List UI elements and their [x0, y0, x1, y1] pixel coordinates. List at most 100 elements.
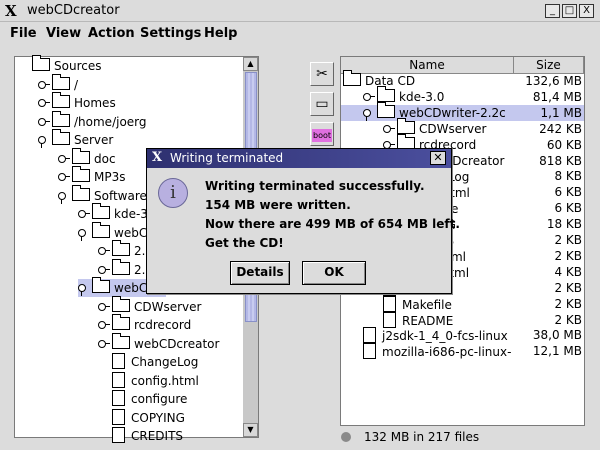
x-logo-icon: X [152, 150, 163, 165]
tree-node[interactable]: CDWserver [98, 295, 202, 316]
dialog-title: Writing terminated [170, 151, 284, 165]
row-size: 4 KB [554, 264, 582, 279]
maximize-button[interactable]: □ [562, 4, 577, 18]
tree-node-label: Homes [74, 96, 116, 110]
cd-drive-button[interactable]: ▭ [310, 92, 334, 116]
row-name: webCDwriter-2.2c [399, 105, 506, 120]
tree-node[interactable]: configure [98, 390, 187, 408]
row-size: 38,0 MB [532, 328, 582, 343]
tree-node[interactable]: COPYING [98, 408, 185, 427]
tree-node-label: / [74, 77, 79, 92]
tree-node-label: Server [74, 133, 114, 147]
tree-node-label: configure [131, 392, 188, 406]
table-row[interactable]: j2sdk-1_4_0-fcs-linux 38,0 MB [341, 327, 584, 344]
menu-help[interactable]: Help [204, 26, 237, 42]
minimize-button[interactable]: _ [545, 4, 560, 18]
folder-icon [92, 221, 110, 238]
folder-icon [377, 85, 395, 102]
folder-icon [52, 92, 70, 108]
scroll-down-arrow-icon[interactable]: ▼ [243, 423, 258, 437]
tree-expand-icon[interactable] [98, 339, 110, 349]
tree-expand-icon[interactable] [363, 92, 375, 102]
tree-node[interactable]: Sources [18, 55, 102, 75]
table-row[interactable]: CDWserver 242 KB [341, 117, 584, 137]
tree-node-label: CDWserver [134, 299, 202, 314]
tree-expand-icon[interactable] [98, 246, 110, 256]
column-header-size[interactable]: Size [514, 57, 584, 74]
menu-file[interactable]: File [10, 26, 37, 42]
tree-collapse-icon[interactable] [78, 283, 88, 296]
info-icon: i [158, 178, 188, 208]
tree-expand-icon[interactable] [98, 302, 110, 312]
row-name: README [402, 313, 454, 328]
tree-expand-icon[interactable] [58, 172, 70, 182]
tree-collapse-icon[interactable] [363, 108, 373, 121]
tree-expand-icon[interactable] [78, 209, 90, 219]
tree-node-label: Software [94, 188, 147, 203]
file-icon [112, 427, 125, 443]
menu-action[interactable]: Action [88, 26, 135, 42]
tree-collapse-icon[interactable] [78, 228, 88, 241]
row-name: mozilla-i686-pc-linux- [382, 345, 512, 360]
table-row[interactable]: Makefile 2 KB [341, 295, 584, 312]
folder-icon [72, 147, 90, 164]
tree-expand-icon[interactable] [38, 98, 50, 108]
file-icon [363, 343, 376, 360]
cd-drive-icon: ▭ [315, 96, 329, 112]
column-header-name[interactable]: Name [341, 57, 514, 74]
close-button[interactable]: X [579, 4, 594, 18]
dialog-message-line: Get the CD! [205, 236, 284, 250]
file-icon [363, 327, 376, 344]
details-button[interactable]: Details [230, 261, 290, 285]
table-row[interactable]: webCDwriter-2.2c 1,1 MB [341, 101, 584, 121]
tree-expand-icon[interactable] [383, 124, 395, 134]
ok-button[interactable]: OK [302, 261, 366, 285]
tree-node[interactable]: config.html [98, 371, 199, 390]
boot-button[interactable]: boot [310, 122, 334, 146]
tree-node[interactable]: Software [58, 184, 147, 205]
tree-node[interactable]: / [38, 73, 79, 94]
folder-icon [112, 258, 130, 275]
row-size: 2 KB [554, 296, 582, 311]
folder-icon [72, 166, 90, 182]
tree-collapse-icon[interactable] [38, 135, 48, 148]
folder-icon [52, 110, 70, 127]
tree-node[interactable]: MP3s [58, 166, 125, 186]
dialog-close-button[interactable]: ✕ [430, 151, 446, 165]
table-row[interactable]: mozilla-i686-pc-linux- 12,1 MB [341, 343, 584, 360]
row-size: 6 KB [554, 201, 582, 216]
tree-node-label: COPYING [131, 410, 185, 425]
tree-expand-icon[interactable] [58, 154, 70, 164]
scroll-up-arrow-icon[interactable]: ▲ [243, 57, 258, 71]
file-icon [112, 353, 125, 369]
row-size: 81,4 MB [532, 89, 582, 104]
dialog-message-line: Now there are 499 MB of 654 MB left. [205, 217, 460, 231]
tree-expand-icon[interactable] [98, 265, 110, 275]
table-row[interactable]: README 2 KB [341, 311, 584, 328]
file-icon [112, 408, 125, 425]
menu-settings[interactable]: Settings [140, 26, 201, 42]
tree-node[interactable]: rcdrecord [98, 314, 192, 334]
row-name: CDWserver [419, 121, 487, 136]
tree-node[interactable]: ChangeLog [98, 353, 198, 371]
tree-node[interactable]: 2.0 [98, 240, 153, 260]
row-name: kde-3.0 [399, 89, 445, 104]
tree-expand-icon[interactable] [98, 320, 110, 330]
tree-expand-icon[interactable] [38, 117, 50, 127]
scissors-button[interactable]: ✂ [310, 62, 334, 86]
tree-expand-icon[interactable] [38, 80, 50, 90]
file-icon [383, 311, 396, 328]
menu-view[interactable]: View [46, 26, 81, 42]
tree-node[interactable]: /home/joerg [38, 110, 147, 131]
tree-node[interactable]: Server [38, 129, 114, 149]
tree-collapse-icon[interactable] [58, 191, 68, 204]
x-logo-icon: X [5, 2, 17, 20]
tree-node-label: Sources [54, 59, 102, 73]
tree-node[interactable]: doc [58, 147, 116, 168]
tree-node-label: rcdrecord [134, 318, 192, 332]
tree-node[interactable]: webCDcreator [98, 332, 219, 353]
tree-node[interactable]: CREDITS [98, 427, 183, 445]
tree-node[interactable]: Homes [38, 92, 116, 112]
row-size: 18 KB [546, 217, 582, 232]
row-size: 242 KB [539, 121, 582, 136]
